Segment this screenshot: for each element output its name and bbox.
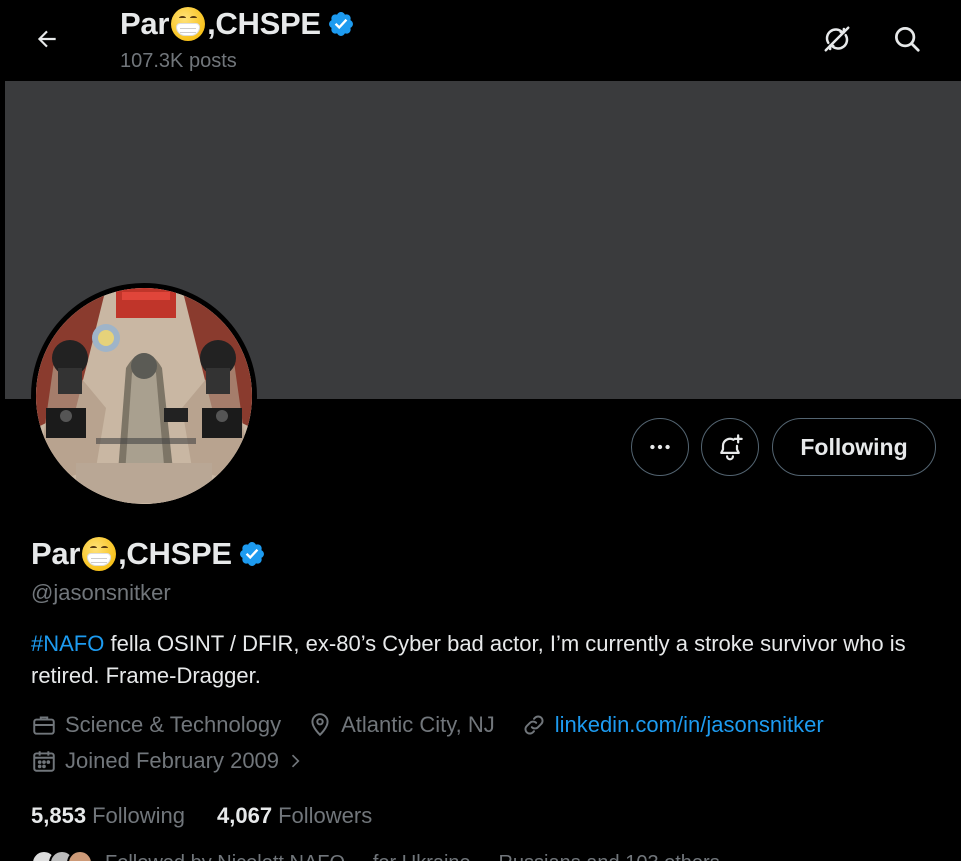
following-label: Following xyxy=(92,803,185,828)
search-button[interactable] xyxy=(886,18,928,60)
followers-count-link[interactable]: 4,067 Followers xyxy=(217,803,372,829)
bio-text: fella OSINT / DFIR, ex-80’s Cyber bad ac… xyxy=(31,631,906,688)
more-icon xyxy=(650,444,670,450)
followed-by-text: Followed by Nicolett NAFO ... for Ukrain… xyxy=(105,850,720,861)
profile-handle: @jasonsnitker xyxy=(31,580,171,605)
avatar[interactable] xyxy=(31,283,257,509)
retweets-off-icon xyxy=(824,26,850,52)
header-title: Par ,CHSPE xyxy=(120,6,355,42)
website-link[interactable]: linkedin.com/in/jasonsnitker xyxy=(555,712,824,738)
avatar-image xyxy=(36,288,252,504)
joined-label: Joined February 2009 xyxy=(65,748,280,773)
following-button[interactable]: Following xyxy=(772,418,936,476)
profile-joined[interactable]: Joined February 2009 xyxy=(31,748,313,774)
more-options-button[interactable] xyxy=(631,418,689,476)
mask-emoji-icon xyxy=(82,537,117,571)
post-count: 107.3K posts xyxy=(120,50,237,72)
link-icon xyxy=(524,715,544,735)
followers-count: 4,067 xyxy=(217,803,273,828)
location-label: Atlantic City, NJ xyxy=(341,712,495,737)
profile-stats: 5,853 Following 4,067 Followers xyxy=(31,803,404,829)
header-name-suffix: ,CHSPE xyxy=(207,6,321,41)
verified-badge-icon xyxy=(328,12,353,36)
briefcase-icon xyxy=(33,716,55,735)
category-label: Science & Technology xyxy=(65,712,282,737)
header-name-prefix: Par xyxy=(120,6,170,41)
retweets-toggle-button[interactable] xyxy=(816,18,858,60)
back-arrow-icon xyxy=(37,30,56,48)
chevron-right-icon xyxy=(291,754,300,768)
bio-hashtag-link[interactable]: #NAFO xyxy=(31,631,104,656)
profile-joined-row[interactable]: Joined February 2009 xyxy=(31,748,339,774)
top-bar: Par ,CHSPE 107.3K posts xyxy=(0,0,961,80)
calendar-icon xyxy=(33,751,55,772)
avatar xyxy=(67,850,93,861)
following-count-link[interactable]: 5,853 Following xyxy=(31,803,185,829)
profile-bio: #NAFO fella OSINT / DFIR, ex-80’s Cyber … xyxy=(31,628,941,692)
location-icon xyxy=(311,713,329,737)
profile-website[interactable]: linkedin.com/in/jasonsnitker xyxy=(521,712,824,738)
notifications-button[interactable] xyxy=(701,418,759,476)
verified-badge-icon[interactable] xyxy=(238,540,266,568)
profile-name-suffix: ,CHSPE xyxy=(118,536,232,571)
profile-category: Science & Technology xyxy=(31,712,281,738)
profile-name: Par ,CHSPE xyxy=(31,536,266,572)
notify-icon xyxy=(720,434,743,461)
profile-name-prefix: Par xyxy=(31,536,81,571)
search-icon xyxy=(895,27,920,52)
following-count: 5,853 xyxy=(31,803,87,828)
mask-emoji-icon xyxy=(171,7,206,41)
back-button[interactable] xyxy=(28,20,66,58)
followers-label: Followers xyxy=(278,803,373,828)
profile-location: Atlantic City, NJ xyxy=(307,712,495,738)
followed-by-row[interactable]: Followed by Nicolett NAFO ... for Ukrain… xyxy=(31,850,931,861)
profile-meta-row: Science & Technology Atlantic City, NJ l… xyxy=(31,712,850,738)
